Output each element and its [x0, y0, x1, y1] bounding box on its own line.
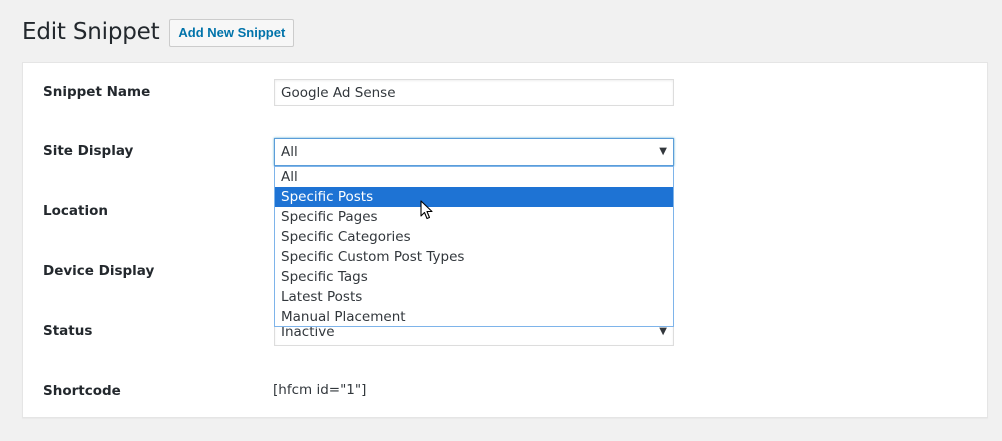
site-display-dropdown-list: All Specific Posts Specific Pages Specif… — [274, 166, 674, 327]
dropdown-option[interactable]: Specific Posts — [275, 187, 673, 207]
dropdown-option[interactable]: Manual Placement — [275, 307, 673, 326]
mouse-pointer-icon — [420, 200, 433, 220]
edit-snippet-page: Edit Snippet Add New Snippet Snippet Nam… — [0, 0, 1002, 441]
shortcode-label: Shortcode — [43, 383, 121, 399]
site-display-select[interactable]: All ▼ — [274, 138, 674, 166]
site-display-label: Site Display — [43, 143, 134, 159]
snippet-name-input[interactable] — [274, 79, 674, 106]
chevron-down-icon: ▼ — [659, 146, 667, 157]
dropdown-option[interactable]: Specific Categories — [275, 227, 673, 247]
dropdown-option[interactable]: Latest Posts — [275, 287, 673, 307]
page-title: Edit Snippet — [22, 19, 160, 45]
dropdown-option[interactable]: Specific Pages — [275, 207, 673, 227]
device-display-label: Device Display — [43, 263, 155, 279]
site-display-selected-value: All — [281, 144, 298, 160]
add-new-snippet-button[interactable]: Add New Snippet — [169, 19, 295, 47]
page-header: Edit Snippet Add New Snippet — [22, 17, 295, 47]
dropdown-option[interactable]: Specific Custom Post Types — [275, 247, 673, 267]
dropdown-option[interactable]: All — [275, 167, 673, 187]
shortcode-value: [hfcm id="1"] — [273, 382, 367, 398]
dropdown-option[interactable]: Specific Tags — [275, 267, 673, 287]
snippet-name-label: Snippet Name — [43, 84, 151, 100]
location-label: Location — [43, 203, 108, 219]
status-label: Status — [43, 323, 93, 339]
